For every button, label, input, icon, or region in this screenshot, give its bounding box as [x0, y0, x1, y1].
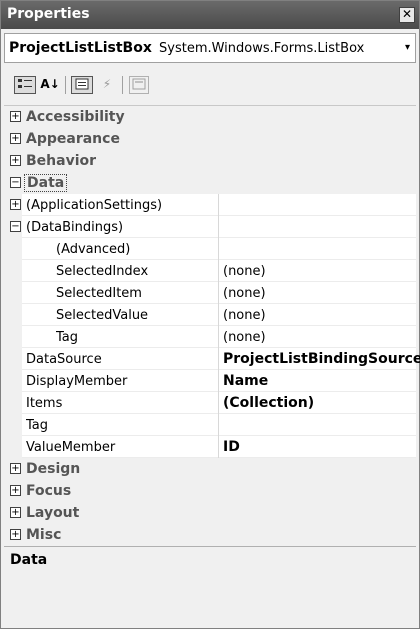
category-label: Design: [26, 461, 81, 477]
property-value-cell[interactable]: ProjectListBindingSource: [218, 348, 420, 370]
row-gutter: [4, 436, 22, 458]
property-value: Name: [223, 373, 269, 389]
property-pages-icon-graphic: [132, 78, 146, 90]
category-label: Accessibility: [26, 109, 125, 125]
category-row[interactable]: + Layout: [4, 502, 416, 524]
object-type: System.Windows.Forms.ListBox: [159, 41, 365, 56]
property-name: (ApplicationSettings): [26, 198, 163, 213]
property-name: DisplayMember: [26, 374, 128, 389]
expand-icon[interactable]: +: [10, 529, 21, 540]
object-name: ProjectListListBox: [9, 40, 152, 56]
row-gutter: [4, 238, 22, 260]
property-row[interactable]: − (DataBindings): [4, 216, 416, 238]
category-row[interactable]: + Misc: [4, 524, 416, 546]
property-name: DataSource: [26, 352, 102, 367]
property-value-cell[interactable]: [218, 414, 417, 436]
property-value: (none): [223, 330, 266, 345]
property-value-cell[interactable]: (none): [218, 282, 417, 304]
property-value-cell[interactable]: [218, 216, 417, 238]
category-label: Appearance: [26, 131, 120, 147]
property-value-cell[interactable]: [218, 194, 417, 216]
property-value-cell[interactable]: (Collection): [218, 392, 417, 414]
property-value-cell[interactable]: (none): [218, 304, 417, 326]
subproperty-row[interactable]: SelectedIndex (none): [4, 260, 416, 282]
category-label: Data: [24, 174, 68, 192]
category-row[interactable]: − Data: [4, 172, 416, 194]
expand-icon[interactable]: +: [10, 111, 21, 122]
subproperty-row[interactable]: Tag (none): [4, 326, 416, 348]
row-gutter: [4, 260, 22, 282]
property-pages-icon[interactable]: [129, 76, 149, 94]
expand-icon[interactable]: +: [10, 463, 21, 474]
property-row[interactable]: Items (Collection): [4, 392, 416, 414]
properties-icon[interactable]: [71, 76, 93, 94]
toolbar-separator: [122, 76, 123, 94]
row-gutter: [4, 304, 22, 326]
row-gutter: [4, 282, 22, 304]
property-grid: + Accessibility + Appearance + Behavior − Data +…: [4, 105, 420, 546]
close-icon[interactable]: ✕: [399, 7, 415, 23]
subproperty-row[interactable]: (Advanced): [4, 238, 416, 260]
subproperty-row[interactable]: SelectedItem (none): [4, 282, 416, 304]
property-row[interactable]: ValueMember ID: [4, 436, 416, 458]
property-row[interactable]: + (ApplicationSettings): [4, 194, 416, 216]
subproperty-row[interactable]: SelectedValue (none): [4, 304, 416, 326]
property-name: ValueMember: [26, 440, 116, 455]
alphabetical-icon[interactable]: A↓: [40, 76, 60, 94]
property-name: Items: [26, 396, 63, 411]
categorized-icon[interactable]: [14, 76, 36, 94]
events-icon[interactable]: ⚡: [98, 76, 116, 94]
property-value-cell[interactable]: [218, 238, 417, 260]
category-row[interactable]: + Focus: [4, 480, 416, 502]
toolbar-separator: [65, 76, 66, 94]
property-value: ID: [223, 439, 240, 455]
properties-icon-graphic: [75, 78, 89, 90]
object-selector[interactable]: ProjectListListBox System.Windows.Forms.…: [4, 33, 416, 63]
expand-icon[interactable]: +: [10, 155, 21, 166]
property-value: (none): [223, 308, 266, 323]
row-gutter: [4, 348, 22, 370]
chevron-down-icon[interactable]: ▾: [405, 42, 410, 53]
category-label: Focus: [26, 483, 72, 499]
row-gutter: [4, 414, 22, 436]
property-value-cell[interactable]: (none): [218, 326, 417, 348]
categorized-icon-graphic: [18, 79, 32, 88]
window-title: Properties: [7, 6, 90, 22]
collapse-icon[interactable]: −: [10, 221, 21, 232]
property-row[interactable]: DataSource ProjectListBindingSource: [4, 348, 420, 370]
property-value-cell[interactable]: (none): [218, 260, 417, 282]
expand-icon[interactable]: +: [10, 485, 21, 496]
property-value: (none): [223, 286, 266, 301]
category-label: Behavior: [26, 153, 97, 169]
category-row[interactable]: + Appearance: [4, 128, 416, 150]
property-row[interactable]: Tag: [4, 414, 416, 436]
description-panel: Data: [4, 546, 416, 625]
row-gutter: [4, 392, 22, 414]
description-title: Data: [10, 552, 48, 568]
title-bar[interactable]: Properties ✕: [1, 1, 419, 29]
property-value-cell[interactable]: Name: [218, 370, 417, 392]
category-row[interactable]: + Behavior: [4, 150, 416, 172]
collapse-icon[interactable]: −: [10, 177, 21, 188]
property-value-cell[interactable]: ID: [218, 436, 417, 458]
expand-icon[interactable]: +: [10, 133, 21, 144]
toolbar: A↓ ⚡: [4, 66, 416, 104]
property-name: Tag: [26, 418, 49, 433]
category-row[interactable]: + Accessibility: [4, 106, 416, 128]
category-row[interactable]: + Design: [4, 458, 416, 480]
property-value: ProjectListBindingSource: [223, 351, 420, 367]
properties-window: Properties ✕ ProjectListListBox System.W…: [0, 0, 420, 629]
row-gutter: [4, 370, 22, 392]
category-label: Misc: [26, 527, 62, 543]
expand-icon[interactable]: +: [10, 199, 21, 210]
property-row[interactable]: DisplayMember Name: [4, 370, 416, 392]
property-value: (none): [223, 264, 266, 279]
row-gutter: [4, 326, 22, 348]
expand-icon[interactable]: +: [10, 507, 21, 518]
property-name: (DataBindings): [26, 220, 124, 235]
property-value: (Collection): [223, 395, 315, 411]
category-label: Layout: [26, 505, 80, 521]
